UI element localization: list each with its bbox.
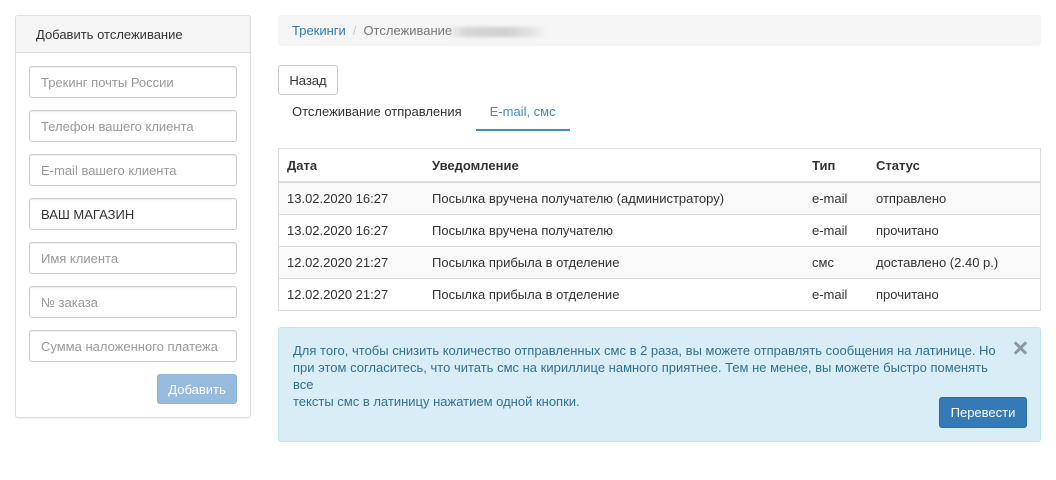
cell-date: 12.02.2020 21:27	[279, 245, 424, 278]
table-header-row: Дата Уведомление Тип Статус	[279, 149, 1040, 183]
cell-type: смс	[804, 245, 868, 278]
tabs: Отслеживание отправления E-mail, смс	[278, 96, 570, 131]
cell-type: e-mail	[804, 181, 868, 214]
breadcrumb-current: Отслеживание	[363, 23, 453, 38]
cell-type: e-mail	[804, 277, 868, 310]
shop-name-input[interactable]	[29, 198, 237, 230]
client-phone-input[interactable]	[29, 110, 237, 142]
cell-date: 13.02.2020 16:27	[279, 181, 424, 214]
order-number-input[interactable]	[29, 286, 237, 318]
add-tracking-panel: Добавить отслеживание Добавить	[15, 15, 251, 418]
tracking-number-input[interactable]	[29, 66, 237, 98]
cell-status: отправлено	[868, 181, 1040, 214]
cell-notification: Посылка вручена получателю	[424, 213, 804, 246]
translate-button[interactable]: Перевести	[939, 397, 1027, 428]
cell-notification: Посылка вручена получателю (администрато…	[424, 181, 804, 214]
column-header-notification: Уведомление	[424, 149, 804, 183]
cell-status: доставлено (2.40 р.)	[868, 245, 1040, 278]
alert-text-line-3: тексты смс в латиницу нажатием одной кно…	[293, 394, 580, 409]
cell-notification: Посылка прибыла в отделение	[424, 245, 804, 278]
column-header-type: Тип	[804, 149, 868, 183]
cell-status: прочитано	[868, 213, 1040, 246]
cell-date: 13.02.2020 16:27	[279, 213, 424, 246]
cell-status: прочитано	[868, 277, 1040, 310]
cell-notification: Посылка прибыла в отделение	[424, 277, 804, 310]
tab-shipment-tracking[interactable]: Отслеживание отправления	[278, 96, 476, 131]
notifications-table: Дата Уведомление Тип Статус 13.02.2020 1…	[278, 148, 1041, 311]
breadcrumb-separator: /	[352, 23, 357, 38]
cell-date: 12.02.2020 21:27	[279, 277, 424, 310]
add-button[interactable]: Добавить	[157, 374, 237, 404]
back-button[interactable]: Назад	[278, 65, 338, 95]
close-icon[interactable]	[1011, 339, 1029, 357]
client-name-input[interactable]	[29, 242, 237, 274]
redacted-tracking-id	[446, 26, 547, 37]
column-header-status: Статус	[868, 149, 1040, 183]
cod-amount-input[interactable]	[29, 330, 237, 362]
cell-type: e-mail	[804, 213, 868, 246]
table-row: 12.02.2020 21:27 Посылка прибыла в отдел…	[279, 245, 1040, 278]
alert-text-line-2: при этом согласитесь, что читать смс на …	[293, 360, 988, 392]
table-row: 13.02.2020 16:27 Посылка вручена получат…	[279, 181, 1040, 214]
table-row: 13.02.2020 16:27 Посылка вручена получат…	[279, 213, 1040, 246]
panel-title: Добавить отслеживание	[16, 16, 250, 53]
column-header-date: Дата	[279, 149, 424, 183]
breadcrumb-link-trackings[interactable]: Трекинги	[292, 23, 346, 38]
add-tracking-form: Добавить	[16, 53, 250, 404]
tab-email-sms[interactable]: E-mail, смс	[475, 96, 570, 131]
breadcrumb: Трекинги / Отслеживание	[278, 15, 1041, 46]
alert-text-line-1: Для того, чтобы снизить количество отпра…	[293, 343, 996, 358]
sms-latin-alert: Для того, чтобы снизить количество отпра…	[278, 327, 1041, 442]
client-email-input[interactable]	[29, 154, 237, 186]
table-row: 12.02.2020 21:27 Посылка прибыла в отдел…	[279, 277, 1040, 310]
